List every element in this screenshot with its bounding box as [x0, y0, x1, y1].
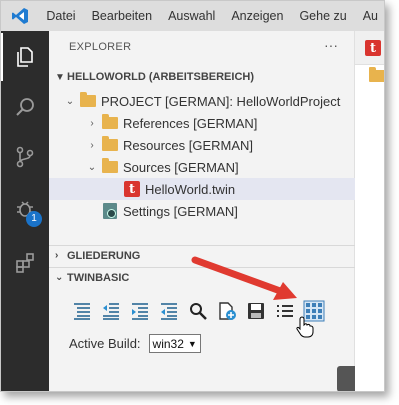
twinbasic-section-header[interactable]: ⌄ TWINBASIC — [49, 267, 355, 287]
active-build-value: win32 — [152, 336, 184, 351]
tree-item-resources[interactable]: › Resources [GERMAN] — [49, 134, 355, 156]
chevron-down-icon: ▼ — [187, 338, 197, 349]
twinbasic-title: TWINBASIC — [67, 271, 130, 284]
save-button[interactable] — [243, 299, 269, 323]
chevron-down-icon: ⌄ — [65, 95, 75, 107]
indent-icon — [132, 303, 148, 320]
explorer-activity-button[interactable] — [1, 33, 49, 81]
active-build-select[interactable]: win32 ▼ — [148, 334, 201, 353]
tree-item-label: HelloWorld.twin — [145, 181, 236, 197]
unindent-icon — [161, 303, 177, 320]
twinbasic-toolbar — [69, 299, 327, 323]
folder-icon — [102, 136, 118, 151]
menubar: Datei Bearbeiten Auswahl Anzeigen Gehe z… — [1, 1, 384, 31]
chevron-right-icon: › — [90, 139, 94, 151]
vscode-window: Datei Bearbeiten Auswahl Anzeigen Gehe z… — [0, 0, 385, 392]
outdent-button[interactable] — [98, 299, 124, 323]
new-file-button[interactable] — [214, 299, 240, 323]
menu-gehe-zu[interactable]: Gehe zu — [291, 1, 354, 31]
tree-item-project[interactable]: ⌄ PROJECT [GERMAN]: HelloWorldProject — [49, 90, 355, 112]
format-document-button[interactable] — [69, 299, 95, 323]
menu-bearbeiten[interactable]: Bearbeiten — [84, 1, 160, 31]
outline-title: GLIEDERUNG — [67, 249, 141, 262]
find-button[interactable] — [185, 299, 211, 323]
list-icon — [277, 305, 293, 317]
vscode-logo-icon — [1, 1, 38, 31]
tree-item-label: PROJECT [GERMAN]: HelloWorldProject — [101, 93, 341, 109]
folder-open-icon — [102, 158, 118, 173]
workspace-title: HELLOWORLD (ARBEITSBEREICH) — [67, 71, 254, 83]
hand-cursor-icon — [296, 316, 314, 338]
editor-area — [355, 31, 384, 391]
settings-file-icon — [103, 203, 117, 219]
new-file-icon — [219, 302, 236, 320]
unindent-button[interactable] — [156, 299, 182, 323]
tree-item-label: Resources [GERMAN] — [123, 137, 254, 153]
menu-anzeigen[interactable]: Anzeigen — [223, 1, 291, 31]
workspace-section-header[interactable]: ▼ HELLOWORLD (ARBEITSBEREICH) — [49, 67, 355, 87]
list-button[interactable] — [272, 299, 298, 323]
activity-bar: 1 — [1, 31, 49, 391]
folder-open-icon — [80, 92, 96, 107]
chevron-right-icon: › — [55, 250, 59, 261]
editor-tab[interactable]: t — [355, 31, 384, 65]
folder-icon — [369, 67, 384, 82]
magnifier-icon — [190, 303, 207, 320]
indent-button[interactable] — [127, 299, 153, 323]
active-build-label: Active Build: — [69, 336, 141, 351]
run-debug-activity-button[interactable]: 1 — [1, 185, 49, 233]
outdent-icon — [103, 303, 119, 320]
twinbasic-file-icon: t — [365, 40, 381, 56]
tree-item-references[interactable]: › References [GERMAN] — [49, 112, 355, 134]
menu-auswahl[interactable]: Auswahl — [160, 1, 223, 31]
chevron-down-icon: ⌄ — [87, 161, 97, 173]
chevron-right-icon: › — [90, 117, 94, 129]
source-control-icon — [16, 146, 34, 168]
source-control-activity-button[interactable] — [1, 133, 49, 181]
tree-item-label: References [GERMAN] — [123, 115, 258, 131]
explorer-title: EXPLORER — [69, 41, 132, 53]
extensions-activity-button[interactable] — [1, 239, 49, 287]
save-disk-icon — [248, 303, 264, 319]
search-icon — [16, 98, 34, 116]
tree-item-sources[interactable]: ⌄ Sources [GERMAN] — [49, 156, 355, 178]
tree-item-label: Settings [GERMAN] — [123, 203, 238, 219]
more-actions-icon[interactable]: ··· — [324, 37, 338, 53]
menu-datei[interactable]: Datei — [38, 1, 83, 31]
folder-icon — [102, 114, 118, 129]
search-activity-button[interactable] — [1, 83, 49, 131]
extensions-icon — [16, 253, 34, 273]
tree-item-helloworld-twin[interactable]: t HelloWorld.twin — [49, 178, 355, 200]
tree-item-label: Sources [GERMAN] — [123, 159, 239, 175]
chevron-down-icon: ▼ — [55, 71, 65, 83]
tree-item-settings[interactable]: Settings [GERMAN] — [49, 200, 355, 222]
debug-badge: 1 — [26, 211, 42, 227]
twinbasic-file-icon: t — [124, 181, 140, 197]
active-build-row: Active Build: win32 ▼ — [69, 334, 201, 353]
outline-section-header[interactable]: › GLIEDERUNG — [49, 245, 355, 265]
files-icon — [17, 47, 33, 67]
chevron-down-icon: ⌄ — [55, 272, 64, 283]
align-lines-icon — [74, 303, 90, 320]
menu-ausfuehren-truncated[interactable]: Au — [355, 1, 384, 31]
